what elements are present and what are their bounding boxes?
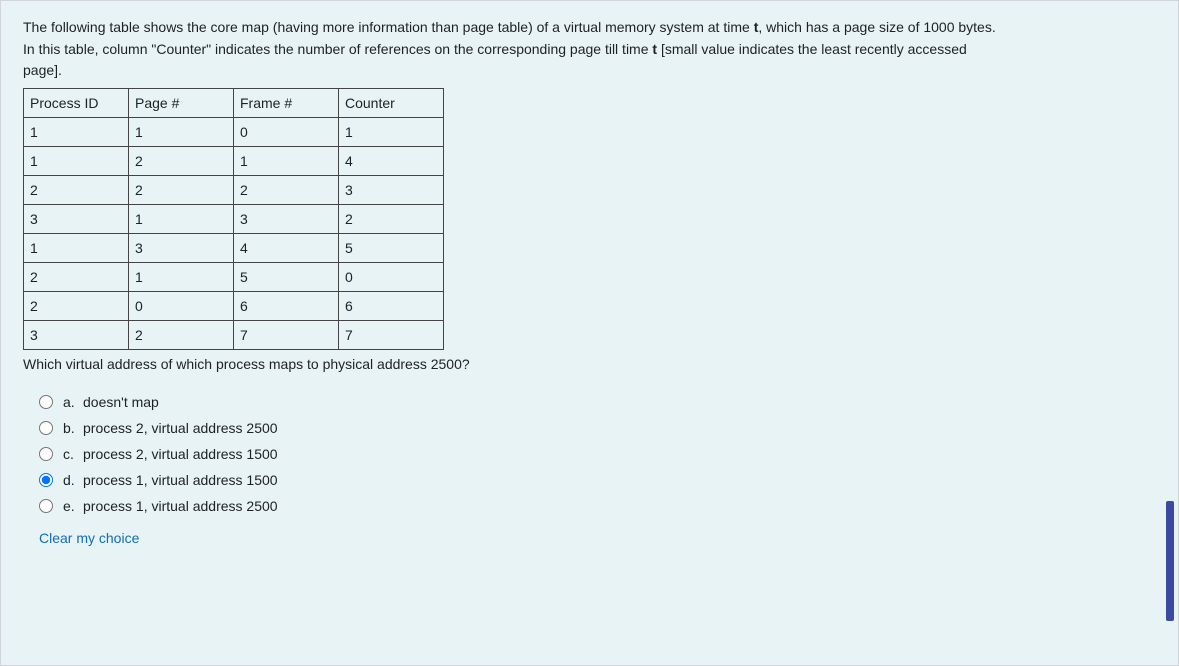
intro-text: [small value indicates the least recentl… bbox=[657, 41, 967, 57]
option-letter: d. bbox=[63, 472, 83, 488]
radio-c[interactable] bbox=[39, 447, 53, 461]
col-header: Counter bbox=[339, 89, 444, 118]
cell: 0 bbox=[129, 292, 234, 321]
option-text: process 2, virtual address 2500 bbox=[83, 420, 278, 436]
table-row: 2 1 5 0 bbox=[24, 263, 444, 292]
table-row: 2 0 6 6 bbox=[24, 292, 444, 321]
table-row: 1 3 4 5 bbox=[24, 234, 444, 263]
cell: 2 bbox=[129, 147, 234, 176]
cell: 5 bbox=[234, 263, 339, 292]
radio-d[interactable] bbox=[39, 473, 53, 487]
cell: 1 bbox=[234, 147, 339, 176]
table-row: 1 2 1 4 bbox=[24, 147, 444, 176]
cell: 3 bbox=[234, 205, 339, 234]
intro-text: The following table shows the core map (… bbox=[23, 19, 754, 35]
cell: 3 bbox=[129, 234, 234, 263]
cell: 2 bbox=[339, 205, 444, 234]
option-c[interactable]: c. process 2, virtual address 1500 bbox=[39, 446, 1156, 462]
question-intro: The following table shows the core map (… bbox=[23, 17, 1156, 82]
cell: 3 bbox=[24, 321, 129, 350]
table-row: 3 1 3 2 bbox=[24, 205, 444, 234]
cell: 0 bbox=[339, 263, 444, 292]
table-row: 1 1 0 1 bbox=[24, 118, 444, 147]
cell: 5 bbox=[339, 234, 444, 263]
option-e[interactable]: e. process 1, virtual address 2500 bbox=[39, 498, 1156, 514]
intro-text: , which has a page size of 1000 bytes. bbox=[758, 19, 995, 35]
table-header-row: Process ID Page # Frame # Counter bbox=[24, 89, 444, 118]
question-text: Which virtual address of which process m… bbox=[23, 356, 1156, 372]
option-text: process 1, virtual address 2500 bbox=[83, 498, 278, 514]
core-map-table: Process ID Page # Frame # Counter 1 1 0 … bbox=[23, 88, 444, 350]
cell: 6 bbox=[339, 292, 444, 321]
cell: 2 bbox=[129, 176, 234, 205]
option-letter: e. bbox=[63, 498, 83, 514]
col-header: Frame # bbox=[234, 89, 339, 118]
cell: 6 bbox=[234, 292, 339, 321]
cell: 2 bbox=[129, 321, 234, 350]
cell: 1 bbox=[129, 205, 234, 234]
cell: 1 bbox=[24, 234, 129, 263]
cell: 2 bbox=[24, 292, 129, 321]
radio-a[interactable] bbox=[39, 395, 53, 409]
col-header: Process ID bbox=[24, 89, 129, 118]
option-letter: a. bbox=[63, 394, 83, 410]
cell: 1 bbox=[339, 118, 444, 147]
option-letter: c. bbox=[63, 446, 83, 462]
table-row: 2 2 2 3 bbox=[24, 176, 444, 205]
cell: 7 bbox=[234, 321, 339, 350]
option-text: process 2, virtual address 1500 bbox=[83, 446, 278, 462]
cell: 2 bbox=[234, 176, 339, 205]
option-letter: b. bbox=[63, 420, 83, 436]
clear-choice-link[interactable]: Clear my choice bbox=[39, 530, 139, 546]
cell: 3 bbox=[24, 205, 129, 234]
cell: 3 bbox=[339, 176, 444, 205]
intro-text: page]. bbox=[23, 62, 62, 78]
cell: 1 bbox=[129, 263, 234, 292]
answer-options: a. doesn't map b. process 2, virtual add… bbox=[39, 394, 1156, 514]
option-a[interactable]: a. doesn't map bbox=[39, 394, 1156, 410]
intro-text: In this table, column "Counter" indicate… bbox=[23, 41, 652, 57]
cell: 4 bbox=[339, 147, 444, 176]
cell: 1 bbox=[129, 118, 234, 147]
scrollbar-thumb[interactable] bbox=[1166, 501, 1174, 621]
cell: 1 bbox=[24, 147, 129, 176]
cell: 2 bbox=[24, 263, 129, 292]
cell: 7 bbox=[339, 321, 444, 350]
radio-b[interactable] bbox=[39, 421, 53, 435]
option-text: doesn't map bbox=[83, 394, 159, 410]
table-row: 3 2 7 7 bbox=[24, 321, 444, 350]
cell: 4 bbox=[234, 234, 339, 263]
cell: 2 bbox=[24, 176, 129, 205]
col-header: Page # bbox=[129, 89, 234, 118]
question-panel: The following table shows the core map (… bbox=[0, 0, 1179, 666]
cell: 1 bbox=[24, 118, 129, 147]
radio-e[interactable] bbox=[39, 499, 53, 513]
cell: 0 bbox=[234, 118, 339, 147]
option-d[interactable]: d. process 1, virtual address 1500 bbox=[39, 472, 1156, 488]
option-b[interactable]: b. process 2, virtual address 2500 bbox=[39, 420, 1156, 436]
option-text: process 1, virtual address 1500 bbox=[83, 472, 278, 488]
